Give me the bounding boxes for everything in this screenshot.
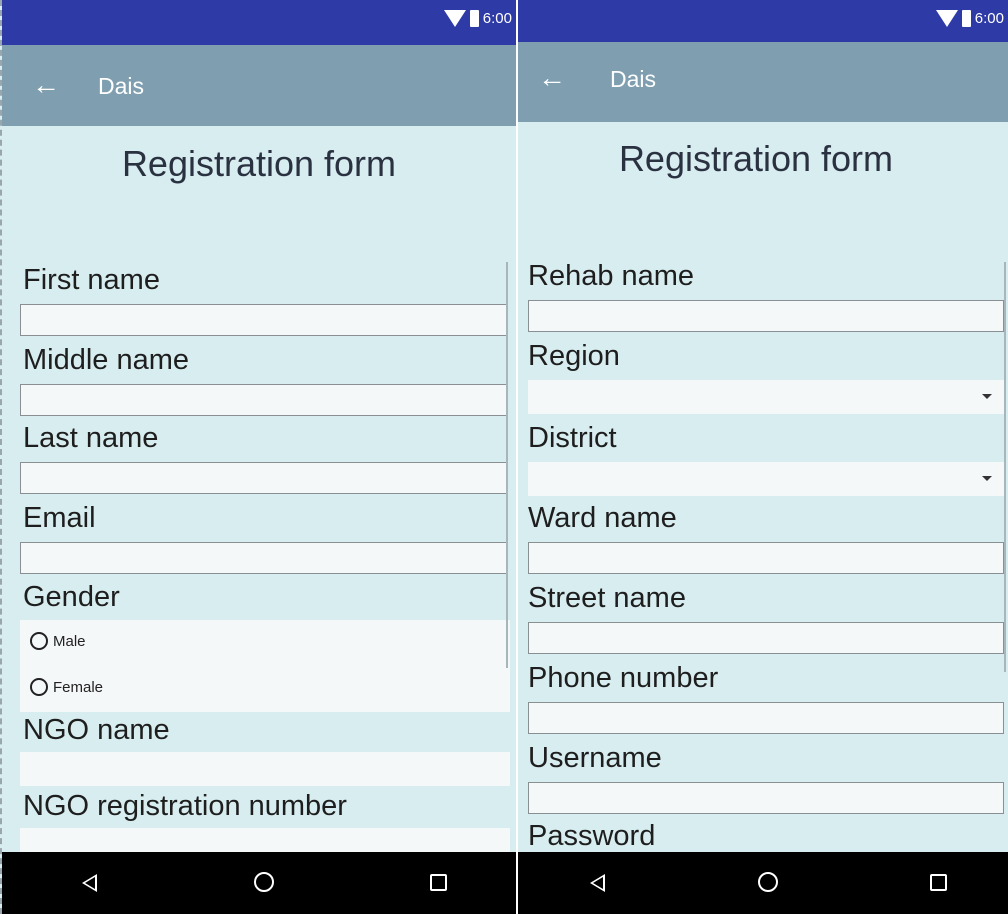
radio-female-label: Female [53, 678, 104, 696]
form-scroll-area[interactable]: Rehab name Region District Ward name Str… [518, 252, 1008, 852]
form-scroll-area[interactable]: First name Middle name Last name Email G… [2, 254, 516, 852]
scrollbar[interactable] [1004, 262, 1006, 672]
ngo-name-input[interactable] [20, 752, 510, 786]
ngo-name-label: NGO name [23, 714, 170, 746]
wifi-icon [935, 10, 958, 27]
district-label: District [528, 422, 617, 454]
recent-square-icon[interactable] [430, 874, 447, 891]
gender-label: Gender [23, 581, 120, 613]
street-name-input[interactable] [528, 622, 1004, 654]
home-circle-icon[interactable] [254, 872, 274, 892]
phone-number-input[interactable] [528, 702, 1004, 734]
ward-name-input[interactable] [528, 542, 1004, 574]
region-label: Region [528, 340, 620, 372]
home-circle-icon[interactable] [758, 872, 778, 892]
email-label: Email [23, 502, 96, 534]
status-bar: 6:00 [518, 0, 1008, 42]
wifi-icon [443, 10, 466, 27]
gender-radio-group: Male Female [20, 620, 510, 712]
last-name-label: Last name [23, 422, 159, 454]
region-select[interactable] [528, 380, 1004, 414]
username-label: Username [528, 742, 662, 774]
dropdown-caret-icon [982, 394, 992, 399]
radio-male-label: Male [53, 632, 86, 650]
recent-square-icon[interactable] [930, 874, 947, 891]
rehab-name-input[interactable] [528, 300, 1004, 332]
back-triangle-icon[interactable] [82, 874, 97, 892]
last-name-input[interactable] [20, 462, 508, 494]
back-arrow-icon[interactable]: ← [538, 60, 566, 96]
form-title: Registration form [618, 138, 894, 179]
app-title: Dais [98, 73, 145, 99]
battery-icon [961, 10, 971, 27]
back-arrow-icon[interactable]: ← [32, 67, 60, 103]
app-bar: ← Dais [2, 45, 516, 126]
nav-bar [2, 852, 516, 914]
password-label: Password [528, 820, 656, 852]
form-title: Registration form [121, 143, 397, 184]
phone-screen-1: 6:00 ← Dais Registration form First name… [0, 0, 516, 914]
ngo-registration-label: NGO registration number [23, 790, 347, 822]
email-input[interactable] [20, 542, 508, 574]
status-time: 6:00 [974, 10, 1004, 27]
status-time: 6:00 [482, 10, 512, 27]
rehab-name-label: Rehab name [528, 260, 695, 292]
street-name-label: Street name [528, 582, 686, 614]
ward-name-label: Ward name [528, 502, 677, 534]
app-bar: ← Dais [518, 42, 1008, 122]
first-name-label: First name [23, 264, 160, 296]
back-triangle-icon[interactable] [590, 874, 605, 892]
scrollbar[interactable] [506, 262, 508, 668]
middle-name-input[interactable] [20, 384, 508, 416]
middle-name-label: Middle name [23, 344, 190, 376]
radio-circle-icon[interactable] [30, 632, 48, 650]
dropdown-caret-icon [982, 476, 992, 481]
app-title: Dais [610, 66, 657, 92]
phone-screen-2: 6:00 ← Dais Registration form Rehab name… [518, 0, 1008, 914]
battery-icon [469, 10, 479, 27]
radio-circle-icon[interactable] [30, 678, 48, 696]
first-name-input[interactable] [20, 304, 508, 336]
phone-number-label: Phone number [528, 662, 719, 694]
district-select[interactable] [528, 462, 1004, 496]
username-input[interactable] [528, 782, 1004, 814]
nav-bar [518, 852, 1008, 914]
ngo-registration-input[interactable] [20, 828, 510, 852]
status-bar: 6:00 [2, 0, 516, 45]
radio-female[interactable]: Female [30, 678, 103, 696]
radio-male[interactable]: Male [30, 632, 86, 650]
